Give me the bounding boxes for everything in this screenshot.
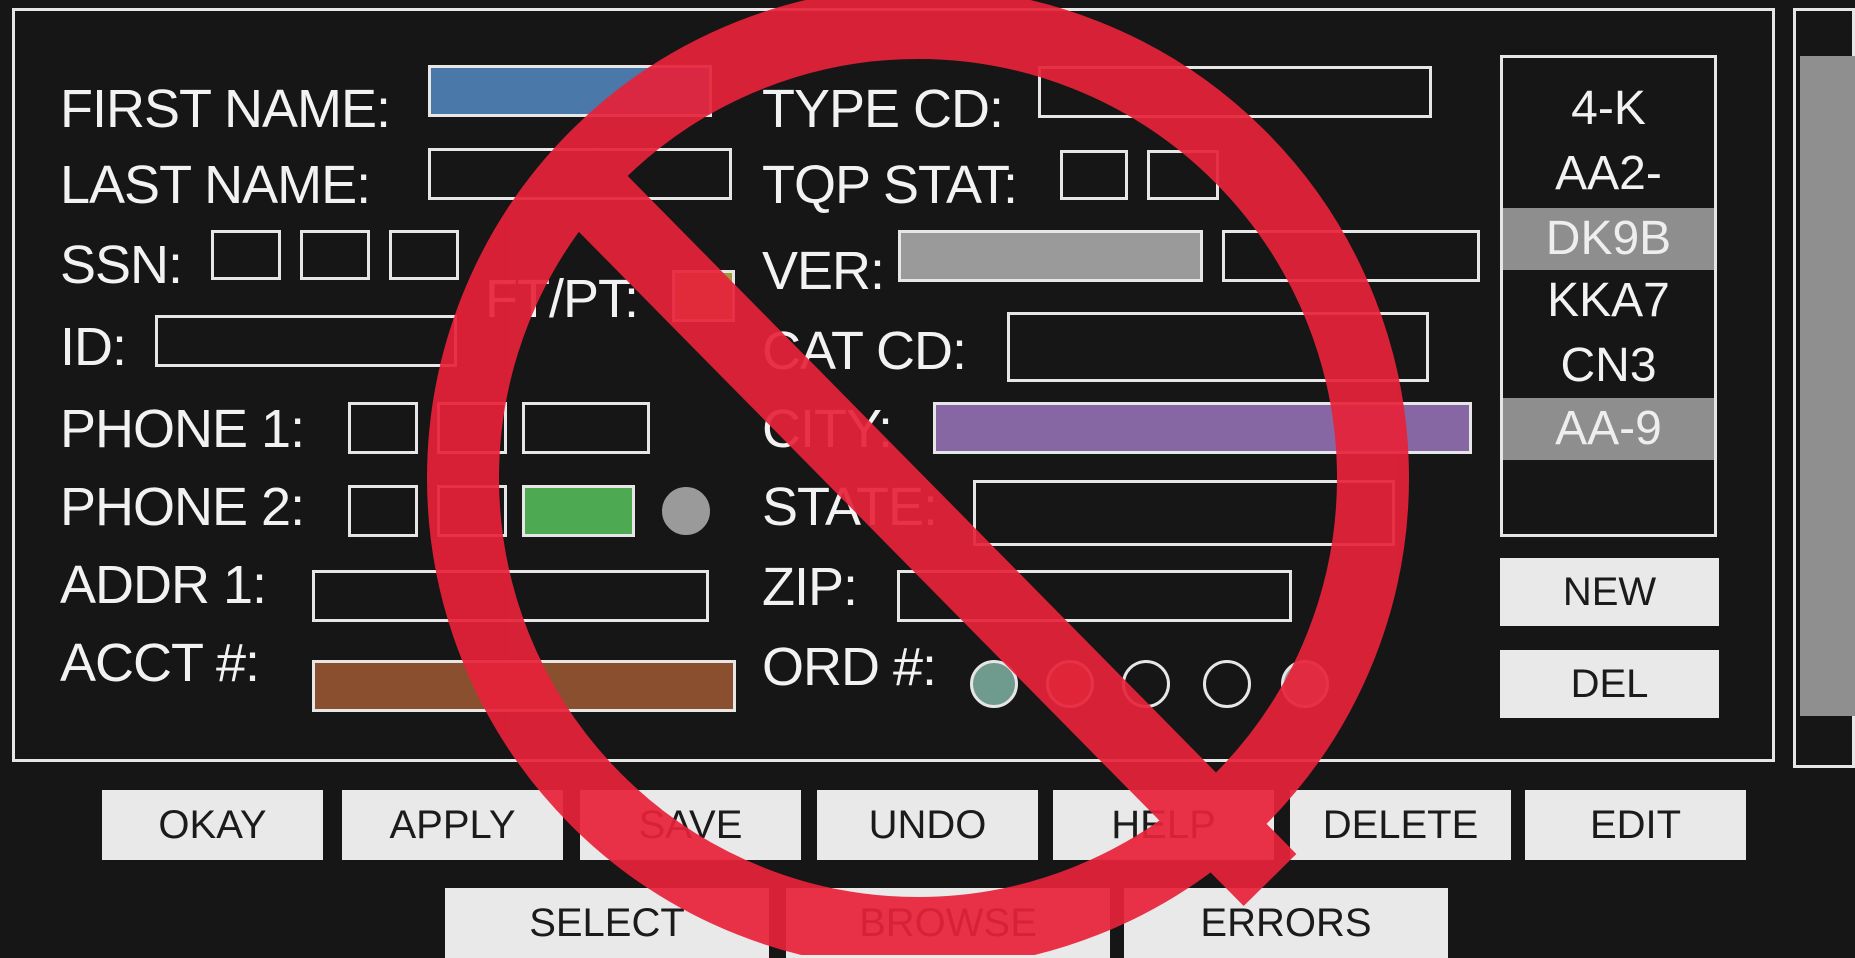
acct-label: ACCT #: (60, 633, 260, 693)
edit-button[interactable]: EDIT (1525, 790, 1746, 860)
ord-label: ORD #: (762, 637, 937, 697)
phone1-label: PHONE 1: (60, 399, 305, 459)
state-label: STATE: (762, 477, 938, 537)
ord-radio-1[interactable] (970, 660, 1018, 708)
phone2-field-3[interactable] (522, 485, 635, 537)
ord-radio-5[interactable] (1281, 660, 1329, 708)
zip-field[interactable] (897, 570, 1292, 622)
list-item[interactable]: CN3 (1503, 335, 1714, 397)
last-name-label: LAST NAME: (60, 155, 371, 215)
select-button[interactable]: SELECT (445, 888, 769, 958)
ver-field-2[interactable] (1222, 230, 1480, 282)
tqp-stat-label: TQP STAT: (762, 155, 1018, 215)
id-field[interactable] (155, 315, 457, 367)
ord-radio-4[interactable] (1203, 660, 1251, 708)
city-field[interactable] (933, 402, 1472, 454)
state-field[interactable] (973, 480, 1395, 546)
first-name-field[interactable] (428, 65, 712, 117)
apply-button[interactable]: APPLY (342, 790, 563, 860)
phone1-field-1[interactable] (348, 402, 418, 454)
zip-label: ZIP: (762, 557, 858, 617)
last-name-field[interactable] (428, 148, 732, 200)
phone2-radio[interactable] (662, 487, 710, 535)
list-item[interactable]: AA2- (1503, 143, 1714, 205)
tqp-stat-field-1[interactable] (1060, 150, 1128, 200)
delete-button[interactable]: DELETE (1290, 790, 1511, 860)
phone2-field-2[interactable] (437, 485, 507, 537)
ver-label: VER: (762, 241, 885, 301)
okay-button[interactable]: OKAY (102, 790, 323, 860)
ord-radio-3[interactable] (1122, 660, 1170, 708)
phone2-field-1[interactable] (348, 485, 418, 537)
ssn-field-3[interactable] (389, 230, 459, 280)
save-button[interactable]: SAVE (580, 790, 801, 860)
new-button[interactable]: NEW (1500, 558, 1719, 626)
ftpt-label: FT/PT: (485, 269, 639, 329)
type-cd-label: TYPE CD: (762, 79, 1004, 139)
ssn-field-1[interactable] (211, 230, 281, 280)
ssn-label: SSN: (60, 235, 183, 295)
ord-radio-2[interactable] (1046, 660, 1094, 708)
help-button[interactable]: HELP (1053, 790, 1274, 860)
code-listbox[interactable]: 4-K AA2- DK9B KKA7 CN3 AA-9 (1500, 55, 1717, 537)
list-item[interactable]: DK9B (1503, 208, 1714, 270)
phone1-field-2[interactable] (437, 402, 507, 454)
ver-field-1[interactable] (898, 230, 1203, 282)
undo-button[interactable]: UNDO (817, 790, 1038, 860)
first-name-label: FIRST NAME: (60, 79, 391, 139)
phone2-label: PHONE 2: (60, 477, 305, 537)
cat-cd-label: CAT CD: (762, 321, 967, 381)
errors-button[interactable]: ERRORS (1124, 888, 1448, 958)
list-item[interactable]: 4-K (1503, 78, 1714, 140)
list-item[interactable]: KKA7 (1503, 270, 1714, 332)
city-label: CITY: (762, 399, 893, 459)
scrollbar-thumb[interactable] (1800, 56, 1855, 716)
phone1-field-3[interactable] (522, 402, 650, 454)
del-button[interactable]: DEL (1500, 650, 1719, 718)
cat-cd-field[interactable] (1007, 312, 1429, 382)
acct-field[interactable] (312, 660, 736, 712)
addr1-label: ADDR 1: (60, 555, 267, 615)
addr1-field[interactable] (312, 570, 709, 622)
ftpt-field[interactable] (672, 270, 735, 322)
browse-button[interactable]: BROWSE (786, 888, 1110, 958)
ssn-field-2[interactable] (300, 230, 370, 280)
type-cd-field[interactable] (1038, 66, 1432, 118)
id-label: ID: (60, 317, 127, 377)
tqp-stat-field-2[interactable] (1147, 150, 1219, 200)
list-item[interactable]: AA-9 (1503, 398, 1714, 460)
